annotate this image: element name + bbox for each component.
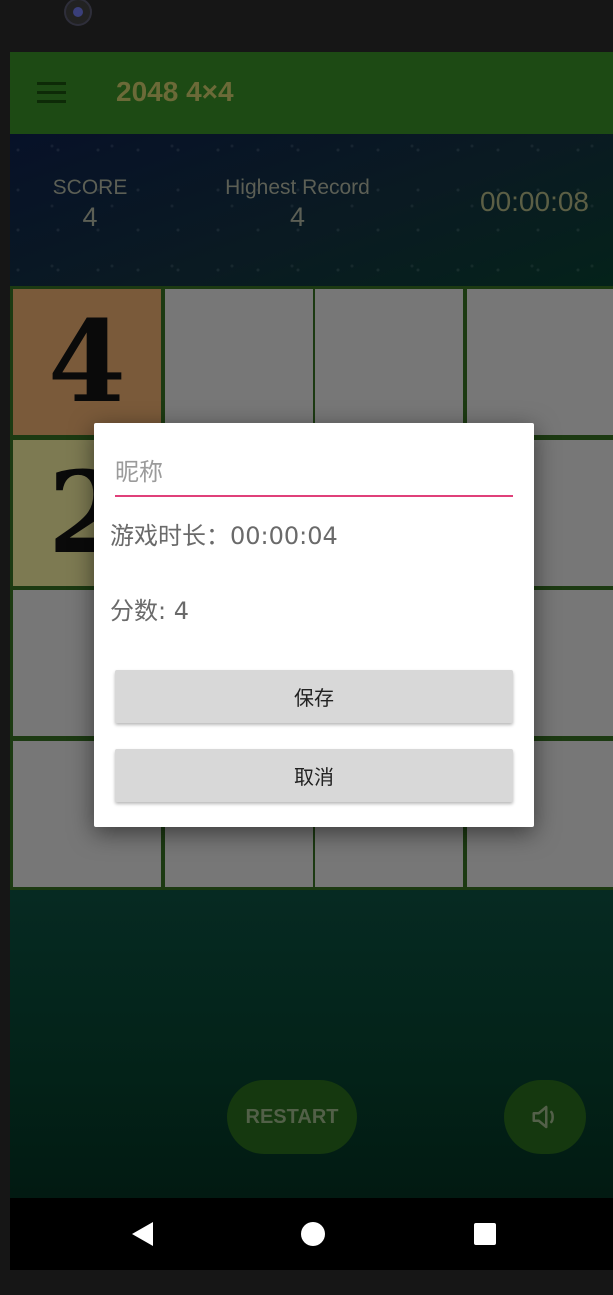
game-duration-text: 游戏时长：00:00:04: [110, 522, 338, 550]
save-score-dialog: 游戏时长：00:00:04 分数: 4 保存 取消: [94, 423, 534, 827]
final-score-text: 分数: 4: [110, 597, 189, 625]
save-button[interactable]: 保存: [115, 670, 513, 723]
nickname-input[interactable]: [115, 453, 513, 497]
cancel-button[interactable]: 取消: [115, 749, 513, 802]
home-icon[interactable]: [301, 1222, 325, 1246]
system-nav-bar: [10, 1198, 613, 1270]
recents-icon[interactable]: [474, 1223, 496, 1245]
back-icon[interactable]: [132, 1222, 153, 1246]
